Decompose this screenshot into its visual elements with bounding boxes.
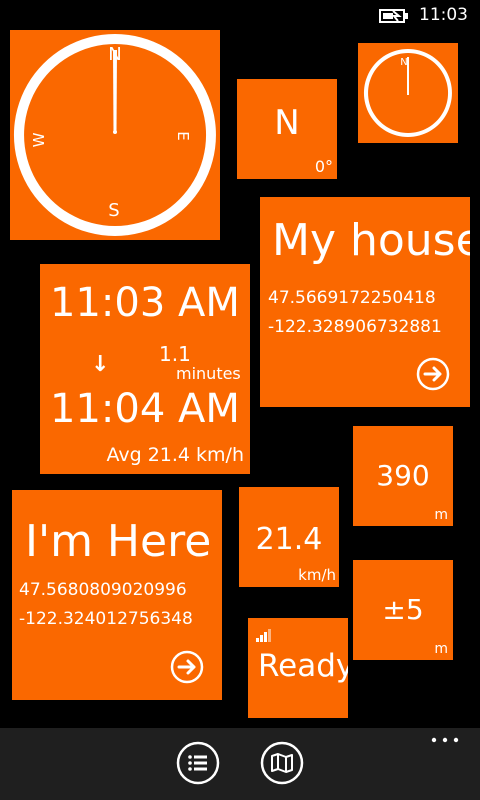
speed-unit: km/h <box>298 566 336 584</box>
gps-status-tile[interactable]: Ready <box>248 618 348 718</box>
accuracy-value: ±5 <box>382 593 424 626</box>
signal-bars-icon <box>256 629 271 642</box>
speed-tile[interactable]: 21.4 km/h <box>239 487 339 587</box>
im-here-tile[interactable]: I'm Here 47.5680809020996 -122.324012756… <box>12 490 222 700</box>
im-here-latitude: 47.5680809020996 <box>19 580 187 600</box>
arrow-right-circle-icon[interactable] <box>416 357 450 391</box>
compass-tile-small[interactable]: N <box>358 43 458 143</box>
distance-tile[interactable]: 390 m <box>353 426 453 526</box>
speed-value: 21.4 <box>255 522 323 557</box>
more-ellipsis-icon[interactable] <box>430 734 460 746</box>
status-bar: 11:03 <box>0 0 480 32</box>
trip-time-tile[interactable]: 11:03 AM ↓ 1.1 minutes 11:04 AM Avg 21.4… <box>40 264 250 474</box>
gps-status-text: Ready <box>258 648 348 684</box>
trip-start-time: 11:03 AM <box>50 280 240 326</box>
compass-east-label: E <box>174 131 192 140</box>
my-house-latitude: 47.5669172250418 <box>268 288 436 308</box>
map-icon[interactable] <box>259 740 305 786</box>
compass-dial: N E S W <box>13 34 216 236</box>
distance-value: 390 <box>376 459 430 492</box>
trip-duration-unit: minutes <box>176 364 241 383</box>
accuracy-tile[interactable]: ±5 m <box>353 560 453 660</box>
arrow-down-icon: ↓ <box>91 352 110 377</box>
my-house-longitude: -122.328906732881 <box>268 317 442 337</box>
distance-unit: m <box>434 507 448 523</box>
trip-duration-value: 1.1 <box>159 342 191 366</box>
heading-tile[interactable]: N 0° <box>237 79 337 179</box>
arrow-right-circle-icon[interactable] <box>170 650 204 684</box>
trip-average-speed: Avg 21.4 km/h <box>106 444 244 466</box>
im-here-longitude: -122.324012756348 <box>19 609 193 629</box>
compass-west-label: W <box>30 132 48 147</box>
trip-end-time: 11:04 AM <box>50 386 240 432</box>
compass-tile-large[interactable]: N E S W <box>10 30 220 240</box>
battery-charging-icon <box>379 9 408 23</box>
compass-north-label: N <box>108 44 121 65</box>
compass-small-north-label: N <box>400 57 407 68</box>
my-house-tile[interactable]: My house 47.5669172250418 -122.328906732… <box>260 197 470 407</box>
compass-south-label: S <box>108 200 119 221</box>
accuracy-unit: m <box>434 641 448 657</box>
heading-direction: N <box>274 103 300 143</box>
im-here-title: I'm Here <box>25 516 212 567</box>
list-icon[interactable] <box>175 740 221 786</box>
status-clock: 11:03 <box>419 5 468 25</box>
app-bar <box>0 728 480 800</box>
my-house-title: My house <box>272 215 470 266</box>
compass-dial-small: N <box>363 49 452 137</box>
heading-degrees: 0° <box>314 157 333 176</box>
